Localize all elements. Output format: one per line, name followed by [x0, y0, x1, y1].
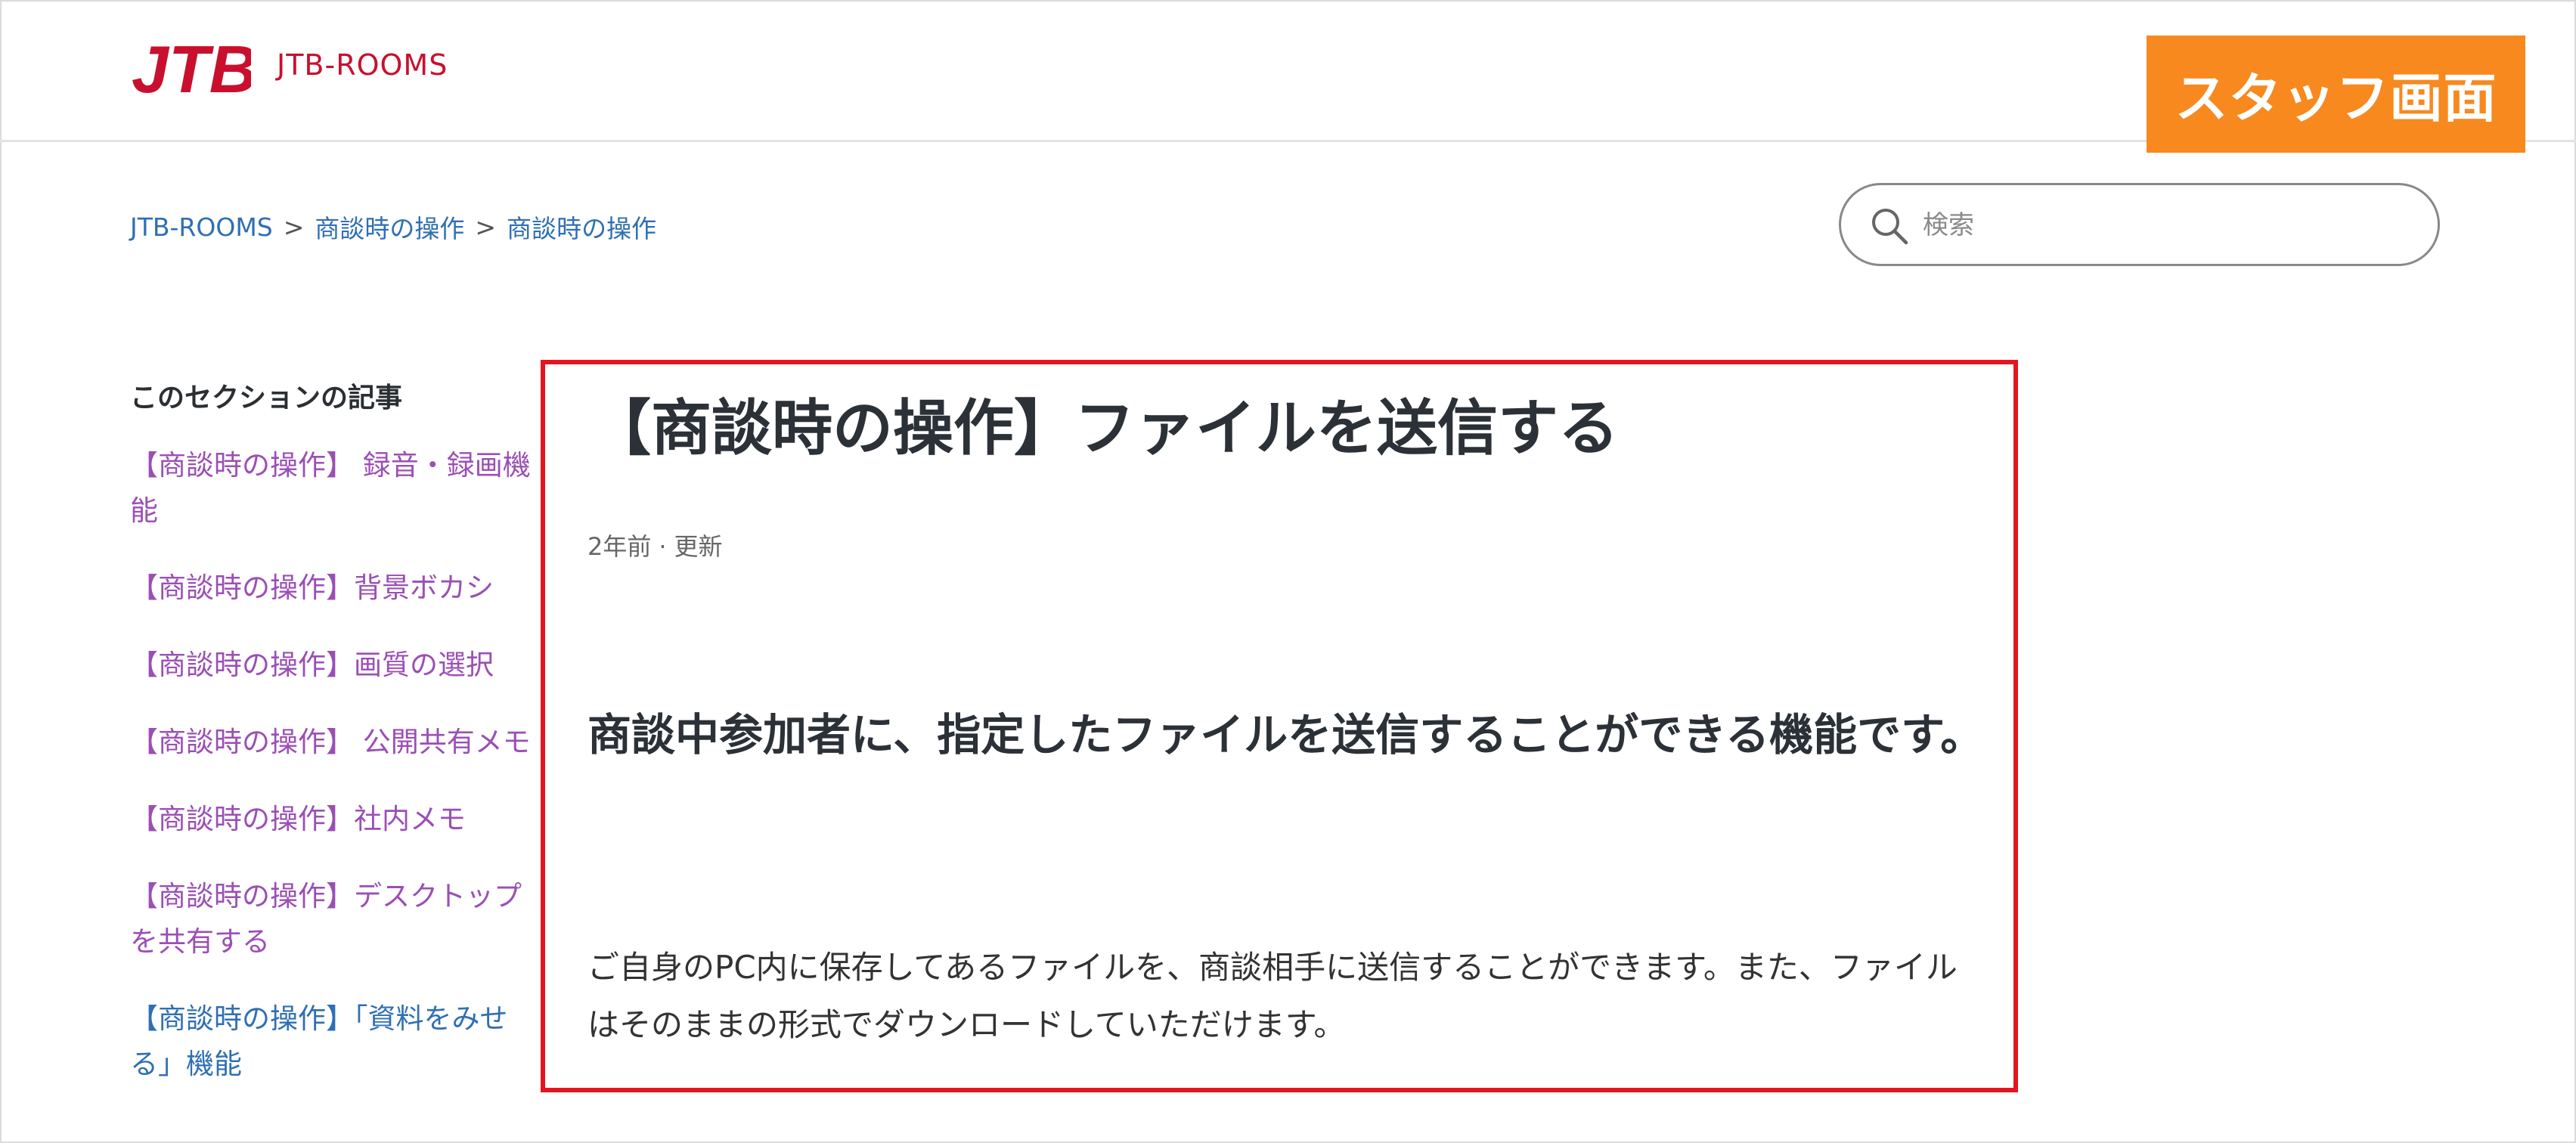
article-title: 【商談時の操作】ファイルを送信する	[591, 393, 1619, 463]
breadcrumb-home[interactable]: JTB-ROOMS	[130, 212, 273, 242]
sidebar-article-public-memo[interactable]: 【商談時の操作】 公開共有メモ	[130, 720, 538, 765]
article-meta: 2年前 · 更新	[587, 528, 723, 562]
article-body: ご自身のPC内に保存してあるファイルを、商談相手に送信することができます。また、…	[587, 949, 1958, 1043]
search-icon	[1872, 209, 1908, 245]
breadcrumb-category[interactable]: 商談時の操作	[315, 209, 464, 245]
article-updated: 更新	[674, 532, 723, 561]
search-box[interactable]	[1839, 183, 2440, 266]
sidebar-article-desktop-share[interactable]: 【商談時の操作】デスクトップを共有する	[130, 874, 538, 965]
section-articles-sidebar: このセクションの記事 【商談時の操作】 録音・録画機能 【商談時の操作】背景ボカ…	[130, 376, 538, 1119]
breadcrumb-section[interactable]: 商談時の操作	[507, 209, 656, 245]
site-header: JTB JTB-ROOMS スタッフ画面	[0, 0, 2576, 153]
sidebar-article-background-blur[interactable]: 【商談時の操作】背景ボカシ	[130, 565, 538, 611]
article-highlight-box: 【商談時の操作】ファイルを送信する 2年前 · 更新 商談中参加者に、指定したファイ…	[541, 360, 2018, 1092]
sidebar-article-internal-memo[interactable]: 【商談時の操作】社内メモ	[130, 797, 538, 842]
sidebar-title: このセクションの記事	[130, 383, 403, 414]
breadcrumb-separator: >	[283, 212, 305, 242]
sidebar-article-show-materials[interactable]: 【商談時の操作】「資料をみせる」機能	[130, 996, 538, 1087]
breadcrumb-separator: >	[475, 212, 497, 242]
sidebar-article-recording[interactable]: 【商談時の操作】 録音・録画機能	[130, 443, 538, 534]
sidebar-article-quality[interactable]: 【商談時の操作】画質の選択	[130, 643, 538, 688]
article-heading: 商談中参加者に、指定したファイルを送信することができる機能です。	[587, 709, 1985, 760]
brand-name[interactable]: JTB-ROOMS	[277, 48, 448, 82]
jtb-logo-text: JTB	[132, 32, 251, 106]
breadcrumb: JTB-ROOMS > 商談時の操作 > 商談時の操作	[130, 209, 656, 245]
article-time: 2年前	[587, 532, 652, 561]
jtb-logo[interactable]: JTB	[130, 30, 251, 106]
search-input[interactable]	[1921, 200, 2408, 250]
staff-screen-badge: スタッフ画面	[2147, 36, 2525, 153]
meta-dot: ·	[659, 532, 667, 561]
